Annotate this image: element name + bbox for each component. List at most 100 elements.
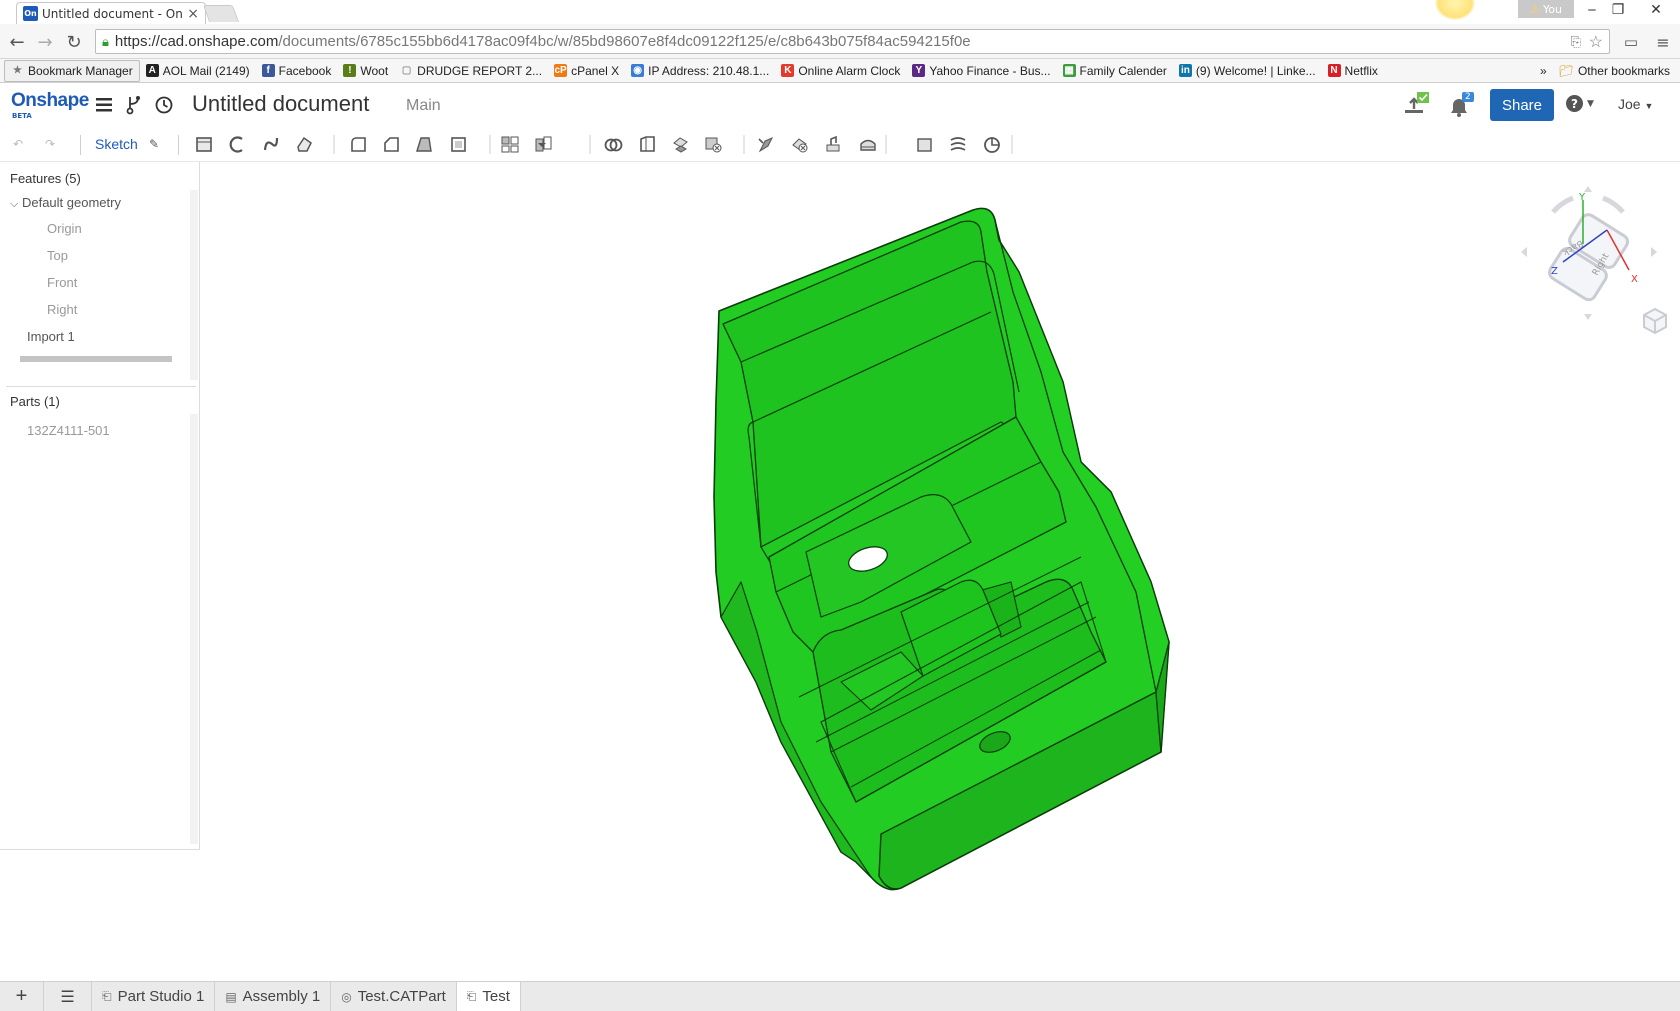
toolbar-tool-icon[interactable] [451, 137, 466, 152]
toolbar-tool-icon[interactable] [826, 135, 840, 152]
restore-button[interactable]: ❐ [1602, 0, 1634, 20]
toolbar-tool-icon[interactable] [950, 137, 966, 151]
window-close-button[interactable]: ✕ [1640, 0, 1672, 20]
rotate-arc-right[interactable] [1602, 195, 1625, 214]
add-tab-button[interactable]: + [0, 982, 44, 1011]
toolbar-tool-icon[interactable] [792, 138, 808, 153]
profile-button[interactable]: ⚠ You [1518, 0, 1574, 18]
toolbar-tool-icon[interactable] [297, 136, 312, 152]
bookmark-label: Facebook [278, 63, 332, 78]
address-bar[interactable]: 🔒︎ https://cad.onshape.com/documents/678… [95, 29, 1610, 54]
bookmark-label: Family Calender [1079, 63, 1167, 78]
feature-item-top[interactable]: Top [47, 248, 68, 263]
toolbar-tool-icon[interactable] [229, 136, 243, 153]
star-icon[interactable]: ☆ [1589, 32, 1603, 52]
redo-icon[interactable]: ↷ [40, 134, 60, 154]
arrow-up-icon[interactable] [1584, 186, 1592, 192]
toolbar-tool-icon[interactable] [501, 136, 519, 153]
parts-divider [6, 386, 196, 387]
hamburger-menu-icon[interactable] [96, 98, 112, 112]
document-title[interactable]: Untitled document [192, 91, 369, 117]
bookmark-item[interactable]: ★ Bookmark Manager [4, 59, 140, 82]
help-button[interactable]: ? ▼ [1566, 95, 1594, 112]
toolbar-tool-icon[interactable] [705, 137, 722, 153]
bookmark-icon: ▢ [401, 65, 412, 76]
rotate-arc-left[interactable] [1551, 195, 1574, 214]
bookmark-label: Online Alarm Clock [798, 63, 901, 78]
toolbar-tool-icon[interactable] [640, 136, 655, 152]
bookmark-item[interactable]: N Netflix [1322, 60, 1384, 82]
feature-item-front[interactable]: Front [47, 275, 77, 290]
reload-button[interactable]: ↻ [63, 31, 85, 53]
bookmark-item[interactable]: ▢ DRUDGE REPORT 2... [394, 60, 548, 82]
tab-list-icon[interactable]: ☰ [44, 982, 92, 1011]
toolbar-tool-icon[interactable] [860, 139, 876, 151]
bottom-tab[interactable]: ▤ Assembly 1 [215, 982, 332, 1011]
new-tab-button[interactable] [202, 5, 240, 22]
bookmark-label: Bookmark Manager [28, 63, 133, 78]
browser-tab-onshape[interactable]: On Untitled document - Onsh × [16, 2, 206, 24]
chrome-menu-icon[interactable]: ≡ [1652, 31, 1674, 53]
bookmark-item[interactable]: cP cPanel X [548, 60, 625, 82]
arrow-left-icon[interactable] [1521, 247, 1527, 257]
notifications-button[interactable]: 2 [1448, 92, 1478, 118]
history-clock-icon[interactable] [155, 96, 173, 114]
bookmark-item[interactable]: ◉ IP Address: 210.48.1... [625, 60, 775, 82]
rollback-bar[interactable] [20, 356, 172, 362]
sun-decoration [1435, 0, 1475, 20]
onshape-logo[interactable]: Onshape [11, 90, 89, 112]
toolbar-tool-icon[interactable] [416, 137, 432, 152]
feature-item-origin[interactable]: Origin [47, 221, 82, 236]
translate-icon[interactable]: ⎘ [1571, 34, 1581, 50]
toolbar-tool-icon[interactable] [984, 137, 1000, 153]
share-button[interactable]: Share [1490, 89, 1554, 121]
toolbar-tool-icon[interactable] [917, 138, 932, 152]
bookmark-item[interactable]: A AOL Mail (2149) [140, 60, 256, 82]
view-mode-cube-icon[interactable] [1641, 306, 1669, 336]
bookmark-item[interactable]: Y Yahoo Finance - Bus... [906, 60, 1056, 82]
bookmark-icon: ◉ [631, 64, 645, 77]
pencil-icon[interactable]: ✎ [144, 134, 164, 154]
bookmark-item[interactable]: ! Woot [337, 60, 394, 82]
graphics-viewport[interactable]: Back Right Y X Z [201, 162, 1680, 981]
toolbar-tool-icon[interactable] [351, 137, 366, 152]
workspace-branch[interactable]: Main [406, 97, 441, 115]
bookmark-item[interactable]: K Online Alarm Clock [775, 60, 906, 82]
toolbar-tool-icon[interactable] [263, 137, 279, 151]
toolbar-tool-icon[interactable] [196, 137, 212, 152]
parts-list-scrollbar[interactable] [190, 414, 198, 844]
feature-list-scrollbar[interactable] [190, 190, 198, 380]
forward-button[interactable]: → [34, 31, 56, 53]
bookmarks-bar: ★ Bookmark Manager A AOL Mail (2149) f Facebo… [0, 59, 1680, 83]
bookmark-label: Netflix [1344, 63, 1378, 78]
bottom-tab[interactable]: ◎ Test.CATPart [331, 982, 457, 1011]
bottom-tab[interactable]: ⎗ Test [456, 982, 521, 1011]
feature-item-import[interactable]: Import 1 [27, 329, 75, 344]
bookmark-item[interactable]: in (9) Welcome! | Linke... [1173, 60, 1322, 82]
toolbar-tool-icon[interactable] [384, 137, 399, 152]
feature-item-right[interactable]: Right [47, 302, 77, 317]
browser-navbar: ← → ↻ 🔒︎ https://cad.onshape.com/documen… [0, 24, 1680, 59]
sketch-button[interactable]: Sketch [95, 136, 138, 152]
bookmark-item[interactable]: ▦ Family Calender [1057, 60, 1173, 82]
user-menu[interactable]: Joe ▼ [1618, 96, 1653, 112]
cad-model-part[interactable] [201, 162, 1680, 981]
toolbar-tool-icon[interactable] [604, 138, 623, 152]
default-geometry-group[interactable]: ⌵ Default geometry [10, 195, 121, 211]
bookmark-item[interactable]: f Facebook [256, 60, 338, 82]
toolbar-tool-icon[interactable] [673, 137, 688, 153]
arrow-right-icon[interactable] [1651, 247, 1657, 257]
upload-icon[interactable] [1403, 92, 1429, 118]
arrow-down-icon[interactable] [1584, 314, 1592, 320]
toolbar-tool-icon[interactable] [758, 137, 774, 153]
undo-icon[interactable]: ↶ [8, 134, 28, 154]
version-graph-icon[interactable] [126, 95, 144, 115]
bookmarks-overflow-button[interactable]: » [1534, 60, 1553, 82]
bottom-tab[interactable]: ⎗ Part Studio 1 [92, 982, 216, 1011]
other-bookmarks-folder[interactable]: 📁︎ Other bookmarks [1553, 60, 1676, 82]
part-item[interactable]: 132Z4111-501 [27, 423, 110, 438]
back-button[interactable]: ← [6, 31, 28, 53]
view-cube[interactable]: Back Right Y X Z [1511, 170, 1661, 330]
close-icon[interactable]: × [187, 6, 199, 22]
cast-icon[interactable]: ▭ [1620, 31, 1642, 53]
